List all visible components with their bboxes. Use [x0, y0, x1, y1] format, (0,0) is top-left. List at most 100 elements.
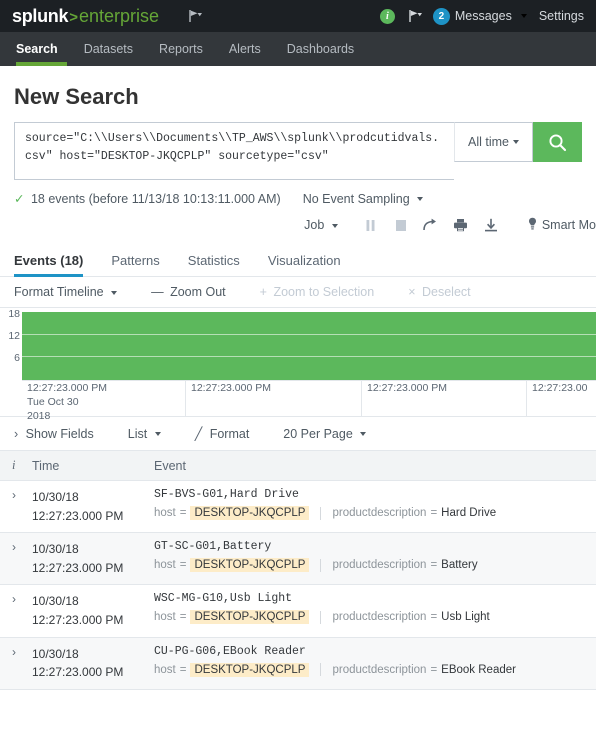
chevron-down-icon: [513, 140, 519, 144]
share-icon[interactable]: [416, 214, 446, 236]
export-icon[interactable]: [476, 214, 506, 236]
row-expand-toggle[interactable]: ›: [0, 532, 26, 586]
stop-icon[interactable]: [386, 214, 416, 236]
chevron-right-icon: ›: [14, 426, 19, 441]
messages-count-badge: 2: [432, 7, 450, 25]
row-raw-event[interactable]: WSC-MG-G10,Usb Light: [154, 592, 590, 605]
nav-tab-dashboards[interactable]: Dashboards: [274, 32, 367, 66]
logo-text-splunk: splunk: [12, 5, 69, 26]
field-value[interactable]: EBook Reader: [441, 664, 516, 676]
field-productdescription[interactable]: productdescription = Hard Drive: [332, 507, 496, 519]
format-timeline-menu[interactable]: Format Timeline: [14, 285, 118, 299]
field-key: host: [154, 663, 176, 676]
splunk-logo[interactable]: splunk > enterprise: [12, 6, 159, 27]
row-date: 10/30/18: [32, 490, 79, 504]
list-mode-menu[interactable]: List: [128, 427, 161, 441]
tab-patterns[interactable]: Patterns: [97, 244, 173, 276]
field-value[interactable]: DESKTOP-JKQCPLP: [190, 506, 310, 520]
field-value[interactable]: Hard Drive: [441, 507, 496, 519]
timeline-toolbar: Format Timeline — Zoom Out + Zoom to Sel…: [0, 277, 596, 308]
app-flag-dropdown[interactable]: [187, 9, 203, 23]
logo-text-chevron: >: [69, 8, 78, 26]
event-sampling-menu[interactable]: No Event Sampling: [303, 192, 424, 206]
table-row[interactable]: › 10/30/18 12:27:23.000 PM SF-BVS-G01,Ha…: [0, 480, 596, 534]
equals-sign: =: [179, 559, 187, 572]
field-productdescription[interactable]: productdescription = Battery: [332, 559, 477, 571]
row-expand-toggle[interactable]: ›: [0, 637, 26, 690]
format-timeline-label: Format Timeline: [14, 285, 104, 299]
pause-icon[interactable]: [356, 214, 386, 236]
tab-visualization[interactable]: Visualization: [254, 244, 355, 276]
nav-tab-reports[interactable]: Reports: [146, 32, 216, 66]
field-separator: [320, 663, 322, 677]
pencil-icon: ╱: [194, 427, 203, 441]
field-host[interactable]: host = DESKTOP-JKQCPLP: [154, 558, 310, 573]
row-raw-event[interactable]: GT-SC-G01,Battery: [154, 540, 590, 553]
field-key: productdescription: [332, 663, 427, 676]
field-host[interactable]: host = DESKTOP-JKQCPLP: [154, 662, 310, 677]
field-productdescription[interactable]: productdescription = EBook Reader: [332, 664, 516, 676]
search-button[interactable]: [533, 122, 582, 162]
app-nav-bar: Search Datasets Reports Alerts Dashboard…: [0, 32, 596, 66]
gridline: [22, 356, 596, 357]
row-timestamp: 10/30/18 12:27:23.000 PM: [26, 637, 148, 690]
timeline-bar[interactable]: [22, 312, 596, 380]
settings-menu[interactable]: Settings: [539, 9, 584, 23]
tab-statistics[interactable]: Statistics: [174, 244, 254, 276]
format-button[interactable]: ╱ Format: [195, 426, 250, 441]
field-value[interactable]: Usb Light: [441, 611, 490, 623]
lightbulb-icon: [528, 217, 537, 234]
zoom-to-selection-label: Zoom to Selection: [273, 285, 375, 299]
row-expand-toggle[interactable]: ›: [0, 584, 26, 638]
nav-tab-alerts[interactable]: Alerts: [216, 32, 274, 66]
field-key: host: [154, 611, 176, 624]
row-field-list: host = DESKTOP-JKQCPLP productdescriptio…: [154, 558, 590, 573]
search-input[interactable]: source="C:\\Users\\Documents\\TP_AWS\\sp…: [14, 122, 455, 180]
chevron-down-icon: [111, 290, 118, 295]
timeline-plot-area[interactable]: [22, 312, 596, 380]
show-fields-button[interactable]: › Show Fields: [14, 427, 94, 441]
row-expand-toggle[interactable]: ›: [0, 480, 26, 534]
field-host[interactable]: host = DESKTOP-JKQCPLP: [154, 610, 310, 625]
job-menu[interactable]: Job: [304, 218, 338, 232]
x-tick-time: 12:27:23.000 PM: [27, 382, 107, 394]
row-date: 10/30/18: [32, 646, 79, 661]
field-host[interactable]: host = DESKTOP-JKQCPLP: [154, 506, 310, 520]
nav-tab-datasets[interactable]: Datasets: [71, 32, 146, 66]
field-productdescription[interactable]: productdescription = Usb Light: [332, 611, 489, 623]
per-page-menu[interactable]: 20 Per Page: [283, 427, 367, 441]
format-label: Format: [209, 427, 250, 441]
field-separator: [320, 610, 322, 624]
chevron-down-icon: [331, 223, 338, 228]
table-row[interactable]: › 10/30/18 12:27:23.000 PM WSC-MG-G10,Us…: [0, 584, 596, 638]
field-value[interactable]: DESKTOP-JKQCPLP: [190, 610, 310, 625]
info-icon[interactable]: i: [379, 8, 395, 24]
time-range-picker[interactable]: All time: [454, 122, 533, 162]
row-raw-event[interactable]: SF-BVS-G01,Hard Drive: [154, 488, 590, 501]
timeline-chart[interactable]: 18 12 6 12:27:23.000 PM Tue Oct 30 2018 …: [0, 308, 596, 422]
row-field-list: host = DESKTOP-JKQCPLP productdescriptio…: [154, 662, 590, 677]
time-range-label: All time: [468, 135, 509, 149]
field-value[interactable]: Battery: [441, 559, 477, 571]
activity-flag-icon[interactable]: [407, 9, 422, 23]
search-mode-selector[interactable]: Smart Mo: [528, 217, 596, 234]
print-icon[interactable]: [446, 214, 476, 236]
nav-tab-search[interactable]: Search: [12, 32, 71, 66]
column-header-event[interactable]: Event: [148, 451, 596, 481]
row-raw-event[interactable]: CU-PG-G06,EBook Reader: [154, 645, 590, 658]
column-header-time[interactable]: Time: [26, 451, 148, 481]
table-row[interactable]: › 10/30/18 12:27:23.000 PM CU-PG-G06,EBo…: [0, 637, 596, 690]
row-date: 10/30/18: [32, 594, 79, 609]
tab-events[interactable]: Events (18): [14, 244, 97, 277]
chevron-down-icon: [360, 432, 367, 437]
field-separator: [320, 506, 322, 520]
field-value[interactable]: DESKTOP-JKQCPLP: [190, 662, 310, 677]
field-value[interactable]: DESKTOP-JKQCPLP: [190, 558, 310, 573]
messages-label: Messages: [454, 9, 512, 23]
table-row[interactable]: › 10/30/18 12:27:23.000 PM GT-SC-G01,Bat…: [0, 532, 596, 586]
field-separator: [320, 558, 322, 572]
events-table-body: › 10/30/18 12:27:23.000 PM SF-BVS-G01,Ha…: [0, 480, 596, 690]
field-key: host: [154, 559, 176, 572]
messages-menu[interactable]: 2 Messages: [432, 7, 527, 25]
zoom-out-button[interactable]: — Zoom Out: [151, 285, 226, 299]
